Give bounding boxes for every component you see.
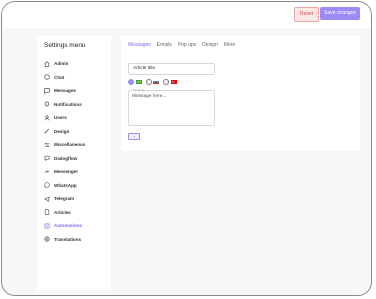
- sidebar-item-label: Design: [54, 128, 70, 134]
- message-placeholder: Message here...: [132, 94, 167, 99]
- russia-flag-icon: [153, 80, 159, 84]
- brush-icon: [44, 128, 50, 134]
- globe-icon: [44, 236, 50, 242]
- tab-bar: Messages Emails Pop ups Design More: [128, 42, 241, 48]
- home-icon: [44, 60, 50, 67]
- app-window: Reset Save changes Settings menu Admin C…: [1, 1, 372, 296]
- automation-icon: [44, 223, 50, 229]
- message-label: Message: [132, 88, 147, 92]
- sidebar-item-miscellaneous[interactable]: Miscellaneous: [37, 138, 111, 152]
- add-message-button[interactable]: +: [128, 133, 140, 140]
- sidebar-item-messenger[interactable]: Messenger: [37, 165, 111, 179]
- article-icon: [44, 209, 50, 215]
- sidebar-item-telegram[interactable]: Telegram: [37, 192, 111, 206]
- sidebar-item-automations[interactable]: Automations: [37, 219, 111, 233]
- sliders-icon: [44, 142, 50, 148]
- sidebar-item-whatsapp[interactable]: WhatsApp: [37, 179, 111, 193]
- sidebar-item-label: Articles: [54, 209, 71, 215]
- sidebar-item-label: Messenger: [54, 169, 79, 175]
- article-title-input[interactable]: Article title: [128, 63, 215, 75]
- tab-more[interactable]: More: [224, 42, 235, 48]
- dialogflow-icon: [44, 155, 50, 162]
- sidebar-list: Admin Chat Messages Notifications Users …: [37, 57, 111, 246]
- bell-icon: [44, 101, 50, 107]
- sidebar-item-label: Automations: [54, 223, 83, 229]
- sidebar-item-label: Telegram: [54, 196, 75, 202]
- save-changes-button[interactable]: Save changes: [320, 7, 360, 20]
- whatsapp-icon: [44, 182, 50, 188]
- chat-icon: [44, 74, 50, 80]
- sidebar-item-label: Miscellaneous: [54, 142, 86, 148]
- sidebar-item-admin[interactable]: Admin: [37, 57, 111, 71]
- sidebar-title: Settings menu: [44, 42, 86, 49]
- language-selector: [128, 79, 181, 85]
- users-icon: [44, 115, 50, 121]
- language-option-russia[interactable]: [145, 79, 159, 85]
- sidebar-item-chat[interactable]: Chat: [37, 71, 111, 85]
- sidebar-item-label: Messages: [54, 88, 76, 94]
- sidebar-item-messages[interactable]: Messages: [37, 84, 111, 98]
- sidebar-item-label: Dialogflow: [54, 155, 78, 161]
- radio-button[interactable]: [128, 79, 134, 85]
- sidebar-item-users[interactable]: Users: [37, 111, 111, 125]
- message-icon: [44, 87, 50, 94]
- reset-button[interactable]: Reset: [294, 7, 319, 22]
- top-bar: Reset Save changes: [2, 2, 371, 28]
- language-option-turkey[interactable]: [163, 79, 177, 85]
- main-panel: Messages Emails Pop ups Design More Arti…: [121, 36, 360, 151]
- tab-messages[interactable]: Messages: [128, 42, 151, 48]
- sidebar-item-label: Translations: [54, 236, 82, 242]
- sidebar-item-label: WhatsApp: [54, 182, 77, 188]
- sidebar-item-label: Chat: [54, 74, 65, 80]
- sidebar-item-notifications[interactable]: Notifications: [37, 98, 111, 112]
- settings-sidebar: Settings menu Admin Chat Messages Notifi…: [37, 36, 111, 290]
- sidebar-item-label: Notifications: [54, 101, 82, 107]
- sidebar-item-design[interactable]: Design: [37, 125, 111, 139]
- message-textarea[interactable]: Message Message here...: [128, 88, 215, 126]
- tab-design[interactable]: Design: [202, 42, 218, 48]
- language-option-brazil[interactable]: [128, 79, 142, 85]
- sidebar-item-translations[interactable]: Translations: [37, 233, 111, 247]
- tab-emails[interactable]: Emails: [157, 42, 172, 48]
- sidebar-item-label: Users: [54, 115, 67, 121]
- brazil-flag-icon: [135, 80, 142, 84]
- sidebar-item-articles[interactable]: Articles: [37, 206, 111, 220]
- messenger-icon: [44, 169, 50, 175]
- radio-button[interactable]: [163, 79, 169, 85]
- radio-button[interactable]: [145, 79, 152, 85]
- tab-pop-ups[interactable]: Pop ups: [178, 42, 196, 48]
- sidebar-item-dialogflow[interactable]: Dialogflow: [37, 152, 111, 166]
- sidebar-item-label: Admin: [54, 61, 69, 67]
- telegram-icon: [44, 196, 50, 202]
- turkey-flag-icon: [170, 80, 177, 84]
